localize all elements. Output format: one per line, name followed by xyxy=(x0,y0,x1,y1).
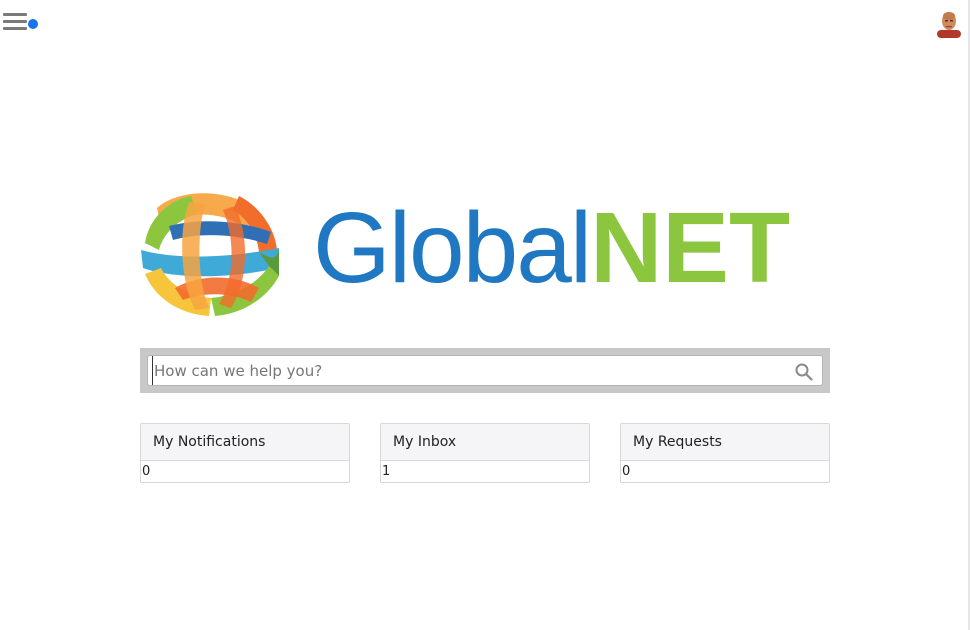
logo-text-global: Global xyxy=(313,192,592,304)
card-title: My Notifications xyxy=(141,424,349,461)
search-bar-container xyxy=(140,348,830,393)
logo-text-net: NET xyxy=(590,192,791,304)
search-input[interactable] xyxy=(152,356,782,385)
card-title: My Inbox xyxy=(381,424,589,461)
card-count: 0 xyxy=(622,464,631,479)
user-avatar[interactable] xyxy=(935,8,963,38)
search-box xyxy=(147,355,823,386)
card-count: 1 xyxy=(382,464,391,479)
menu-icon-bar xyxy=(3,27,27,30)
card-title: My Requests xyxy=(621,424,829,461)
globe-logo-icon xyxy=(141,191,279,316)
card-count: 0 xyxy=(142,464,151,479)
inbox-card[interactable]: My Inbox 1 xyxy=(380,423,590,483)
notification-dot xyxy=(27,18,39,30)
requests-card[interactable]: My Requests 0 xyxy=(620,423,830,483)
notifications-card[interactable]: My Notifications 0 xyxy=(140,423,350,483)
logo-wordmark: GlobalNET xyxy=(313,198,790,298)
main-menu-button[interactable] xyxy=(3,12,39,32)
menu-icon-bar xyxy=(3,20,27,23)
menu-icon-bar xyxy=(3,13,27,16)
search-icon[interactable] xyxy=(795,363,813,381)
globalnet-logo: GlobalNET xyxy=(139,188,839,318)
